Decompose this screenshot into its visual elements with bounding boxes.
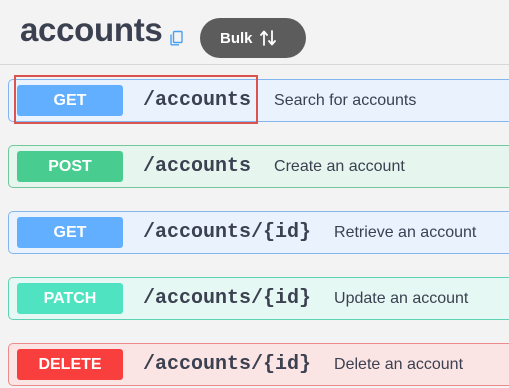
operation-delete-account[interactable]: DELETE /accounts/{id} Delete an account [8, 343, 509, 386]
operation-summary: Update an account [334, 289, 469, 307]
operation-path: /accounts [143, 155, 252, 178]
copy-icon[interactable] [168, 30, 184, 46]
operation-get-accounts[interactable]: GET /accounts Search for accounts [8, 79, 509, 122]
operation-get-account-by-id[interactable]: GET /accounts/{id} Retrieve an account [8, 211, 509, 254]
operation-post-accounts[interactable]: POST /accounts Create an account [8, 145, 509, 188]
operation-patch-account[interactable]: PATCH /accounts/{id} Update an account [8, 277, 509, 320]
tag-title: accounts [20, 11, 163, 48]
bulk-button-label: Bulk [220, 29, 253, 47]
method-badge-patch: PATCH [17, 283, 123, 314]
method-badge-get: GET [17, 85, 123, 116]
method-badge-get: GET [17, 217, 123, 248]
method-badge-delete: DELETE [17, 349, 123, 380]
operation-path: /accounts/{id} [143, 353, 312, 376]
header-divider [0, 64, 509, 65]
operation-path: /accounts/{id} [143, 221, 312, 244]
operation-summary: Delete an account [334, 355, 464, 373]
operation-summary: Retrieve an account [334, 223, 477, 241]
sort-arrows-icon [259, 30, 276, 46]
tag-header[interactable]: accounts Bulk [0, 0, 509, 62]
operation-summary: Create an account [274, 157, 405, 175]
bulk-button[interactable]: Bulk [200, 18, 306, 58]
operation-summary: Search for accounts [274, 91, 417, 109]
operation-path: /accounts [143, 89, 252, 112]
method-badge-post: POST [17, 151, 123, 182]
operation-path: /accounts/{id} [143, 287, 312, 310]
